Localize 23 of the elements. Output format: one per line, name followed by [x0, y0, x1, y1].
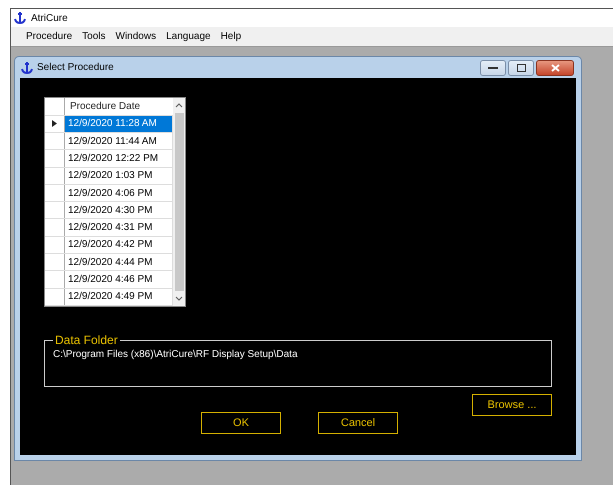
group-label: Data Folder	[54, 333, 119, 347]
dialog-logo-icon	[20, 60, 34, 74]
browse-button[interactable]: Browse ...	[472, 394, 552, 416]
app-logo-icon	[13, 11, 27, 25]
close-button[interactable]	[536, 60, 574, 76]
folder-path: C:\Program Files (x86)\AtriCure\RF Display Setup\Data	[53, 349, 299, 360]
menu-item[interactable]: Language	[161, 31, 216, 42]
menu-item[interactable]: Tools	[77, 31, 110, 42]
column-header[interactable]: Procedure Date	[65, 98, 173, 115]
menu-item[interactable]: Help	[216, 31, 246, 42]
close-icon	[550, 64, 560, 72]
maximize-button[interactable]	[508, 60, 534, 76]
menu-item[interactable]: Windows	[110, 31, 162, 42]
minimize-button[interactable]	[480, 60, 506, 76]
maximize-icon	[516, 64, 526, 72]
cancel-button[interactable]: Cancel	[318, 412, 398, 434]
menu-item[interactable]: Procedure	[21, 31, 78, 42]
window-title: AtriCure	[31, 12, 68, 24]
scrollbar[interactable]	[173, 98, 185, 306]
ok-button[interactable]: OK	[201, 412, 281, 434]
dialog-title: Select Procedure	[37, 62, 115, 73]
minimize-icon	[488, 66, 498, 70]
table-cell[interactable]: 12/9/2020 11:28 AM	[65, 116, 173, 132]
